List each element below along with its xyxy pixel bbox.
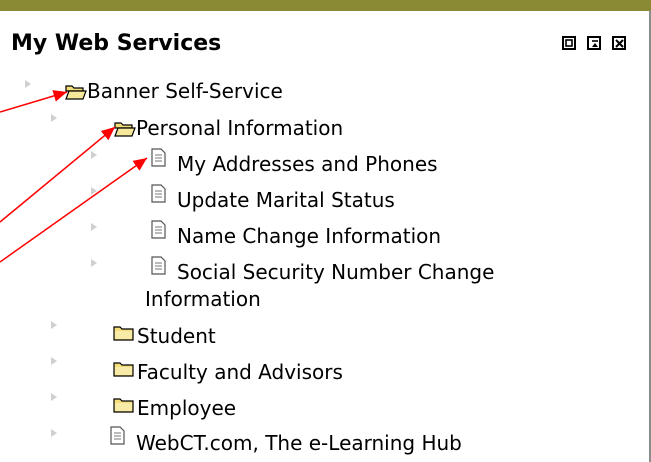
- annotation-arrow-3: [0, 157, 148, 263]
- annotation-arrows: [0, 90, 148, 263]
- annotation-arrow-2: [0, 126, 116, 223]
- annotation-arrow-1: [0, 90, 68, 113]
